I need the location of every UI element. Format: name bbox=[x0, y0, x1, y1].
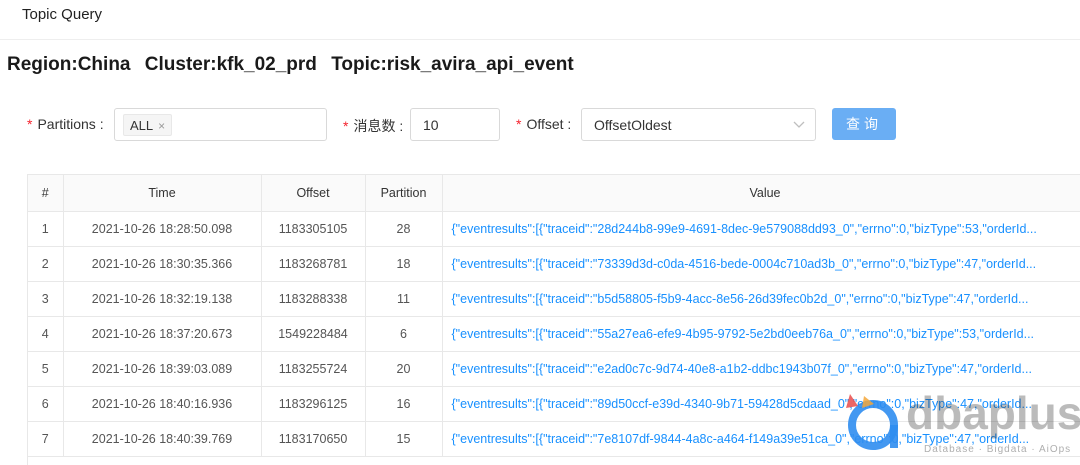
required-mark: * bbox=[516, 116, 522, 132]
partition-tag-all: ALL × bbox=[123, 114, 173, 136]
page-title: Topic Query bbox=[22, 6, 103, 23]
partitions-select[interactable]: ALL × bbox=[114, 108, 327, 141]
time-cell: 2021-10-26 18:40:39.769 bbox=[63, 421, 262, 457]
row-index-cell: 5 bbox=[28, 351, 64, 387]
table-row: 2 2021-10-26 18:30:35.366 1183268781 18 {"ev… bbox=[28, 246, 1080, 282]
row-index-cell: 1 bbox=[28, 211, 64, 247]
table-row: 5 2021-10-26 18:39:03.089 1183255724 20 {"ev… bbox=[28, 351, 1080, 387]
partitions-label: * Partitions : bbox=[27, 116, 104, 132]
value-cell[interactable]: {"eventresults":[{"traceid":"e2ad0c7c-9d… bbox=[442, 351, 1080, 387]
offset-cell: 1183268781 bbox=[261, 246, 366, 282]
table-row: 4 2021-10-26 18:37:20.673 1549228484 6 {"eve… bbox=[28, 316, 1080, 352]
topic-heading: Region:China Cluster:kfk_02_prd Topic:ri… bbox=[7, 54, 583, 76]
offset-cell: 1183296125 bbox=[261, 386, 366, 422]
value-cell[interactable]: {"eventresults":[{"traceid":"28d244b8-99… bbox=[442, 211, 1080, 247]
topic-label: Topic:risk_avira_api_event bbox=[331, 54, 574, 75]
offset-cell: 1183288338 bbox=[261, 281, 366, 317]
dbaplus-watermark: dbaplus Database · Bigdata · AiOps bbox=[844, 387, 1080, 456]
message-count-label-text: 消息数 : bbox=[353, 118, 404, 134]
offset-label-text: Offset : bbox=[526, 116, 572, 132]
time-cell: 2021-10-26 18:37:20.673 bbox=[63, 316, 262, 352]
row-index-cell: 7 bbox=[28, 421, 64, 457]
offset-cell: 1183305105 bbox=[261, 211, 366, 247]
partition-cell: 28 bbox=[365, 211, 443, 247]
dbaplus-logo-icon bbox=[846, 394, 898, 450]
row-index-cell: 4 bbox=[28, 316, 64, 352]
message-count-label: * 消息数 : bbox=[343, 116, 403, 136]
chevron-down-icon bbox=[793, 121, 805, 128]
time-cell: 2021-10-26 18:40:16.936 bbox=[63, 386, 262, 422]
offset-selected-value: OffsetOldest bbox=[594, 117, 672, 133]
value-cell[interactable]: {"eventresults":[{"traceid":"55a27ea6-ef… bbox=[442, 316, 1080, 352]
offset-cell: 1549228484 bbox=[261, 316, 366, 352]
required-mark: * bbox=[27, 116, 33, 132]
partition-cell: 11 bbox=[365, 281, 443, 317]
time-cell: 2021-10-26 18:30:35.366 bbox=[63, 246, 262, 282]
row-index-cell: 6 bbox=[28, 386, 64, 422]
partition-tag-label: ALL bbox=[130, 118, 154, 133]
cluster-label: Cluster:kfk_02_prd bbox=[144, 54, 317, 75]
offset-cell: 1183255724 bbox=[261, 351, 366, 387]
column-header-value[interactable]: Value bbox=[442, 175, 1080, 212]
top-bar: Topic Query bbox=[0, 0, 1080, 40]
query-button[interactable]: 查询 bbox=[832, 108, 896, 140]
time-cell: 2021-10-26 18:32:19.138 bbox=[63, 281, 262, 317]
offset-cell: 1183170650 bbox=[261, 421, 366, 457]
partition-cell: 16 bbox=[365, 386, 443, 422]
table-row: 1 2021-10-26 18:28:50.098 1183305105 28 {"ev… bbox=[28, 211, 1080, 247]
table-header-row: # Time Offset Partition Value bbox=[28, 175, 1080, 212]
partition-cell: 20 bbox=[365, 351, 443, 387]
partition-cell: 15 bbox=[365, 421, 443, 457]
value-cell[interactable]: {"eventresults":[{"traceid":"73339d3d-c0… bbox=[442, 246, 1080, 282]
time-cell: 2021-10-26 18:28:50.098 bbox=[63, 211, 262, 247]
column-header-time[interactable]: Time bbox=[63, 175, 262, 212]
offset-select[interactable]: OffsetOldest bbox=[581, 108, 816, 141]
value-cell[interactable]: {"eventresults":[{"traceid":"b5d58805-f5… bbox=[442, 281, 1080, 317]
row-index-cell: 3 bbox=[28, 281, 64, 317]
partition-cell: 18 bbox=[365, 246, 443, 282]
watermark-tagline: Database · Bigdata · AiOps bbox=[924, 444, 1072, 455]
required-mark: * bbox=[343, 118, 349, 134]
column-header-offset[interactable]: Offset bbox=[261, 175, 366, 212]
offset-label: * Offset : bbox=[516, 116, 571, 132]
table-row: 3 2021-10-26 18:32:19.138 1183288338 11 {"ev… bbox=[28, 281, 1080, 317]
partitions-label-text: Partitions : bbox=[37, 116, 104, 132]
column-header-partition[interactable]: Partition bbox=[365, 175, 443, 212]
column-header-index[interactable]: # bbox=[28, 175, 64, 212]
watermark-brand: dbaplus bbox=[906, 387, 1080, 439]
time-cell: 2021-10-26 18:39:03.089 bbox=[63, 351, 262, 387]
row-index-cell: 2 bbox=[28, 246, 64, 282]
message-count-input[interactable]: 10 bbox=[410, 108, 500, 141]
partition-cell: 6 bbox=[365, 316, 443, 352]
close-icon[interactable]: × bbox=[158, 119, 165, 133]
message-count-value: 10 bbox=[423, 117, 439, 133]
region-label: Region:China bbox=[7, 54, 131, 75]
